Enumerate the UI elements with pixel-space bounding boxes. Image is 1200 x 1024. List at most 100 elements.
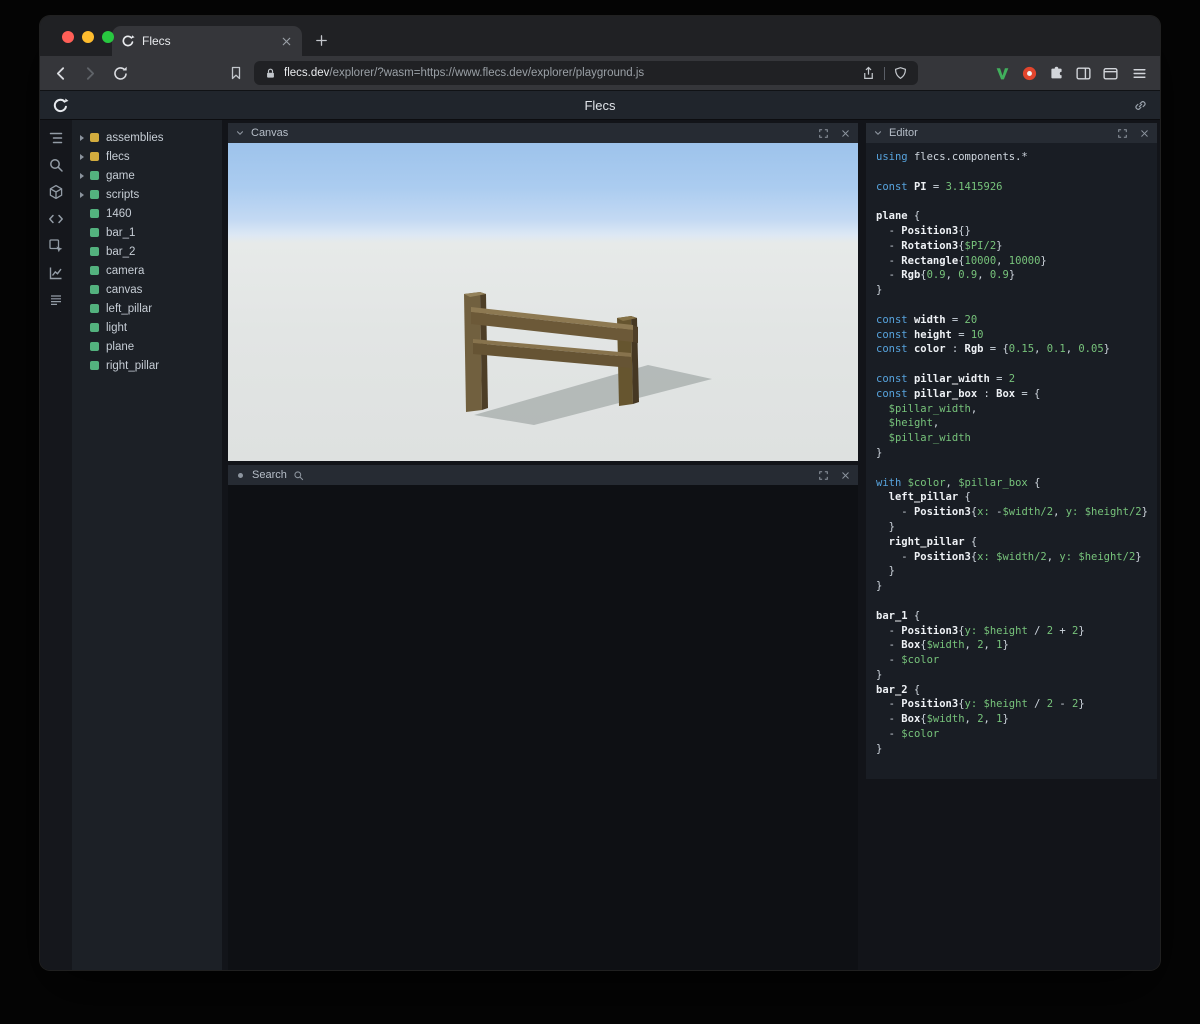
close-icon[interactable] [840,470,851,481]
code-line[interactable]: plane { [876,209,1149,224]
flecs-logo-icon[interactable] [52,97,69,114]
code-line[interactable]: - Position3{x: $width/2, y: $height/2} [876,550,1149,565]
code-line[interactable]: bar_1 { [876,609,1149,624]
code-line[interactable]: left_pillar { [876,490,1149,505]
code-line[interactable]: } [876,283,1149,298]
code-line[interactable] [876,594,1149,609]
code-line[interactable]: } [876,668,1149,683]
code-line[interactable]: - Rotation3{$PI/2} [876,239,1149,254]
code-line[interactable]: with $color, $pillar_box { [876,476,1149,491]
code-line[interactable] [876,165,1149,180]
code-line[interactable]: - Rectangle{10000, 10000} [876,254,1149,269]
code-line[interactable]: } [876,579,1149,594]
v-extension-icon[interactable] [994,65,1011,82]
search-results-area[interactable] [228,485,858,970]
tree-item-scripts[interactable]: scripts [72,185,222,204]
entities-icon[interactable] [48,184,64,200]
expand-arrow-icon[interactable] [80,153,90,160]
tree-item-bar_1[interactable]: bar_1 [72,223,222,242]
canvas-3d-view[interactable] [228,143,858,461]
shield-icon[interactable] [893,66,908,81]
expand-icon[interactable] [818,470,829,481]
code-line[interactable]: - $color [876,727,1149,742]
wallet-icon[interactable] [1102,65,1119,82]
code-line[interactable]: - $color [876,653,1149,668]
code-line[interactable]: $pillar_width, [876,402,1149,417]
search-icon[interactable] [293,470,304,481]
tree-item-bar_2[interactable]: bar_2 [72,242,222,261]
tree-item-camera[interactable]: camera [72,261,222,280]
code-line[interactable]: } [876,520,1149,535]
red-extension-icon[interactable] [1021,65,1038,82]
stats-icon[interactable] [48,265,64,281]
expand-arrow-icon[interactable] [80,134,90,141]
chevron-down-icon[interactable] [235,128,245,138]
tree-item-left_pillar[interactable]: left_pillar [72,299,222,318]
code-line[interactable] [876,357,1149,372]
code-line[interactable]: - Position3{y: $height / 2 + 2} [876,624,1149,639]
code-line[interactable]: } [876,446,1149,461]
tree-item-1460[interactable]: 1460 [72,204,222,223]
queries-icon[interactable] [48,292,64,308]
extensions-puzzle-icon[interactable] [1048,65,1065,82]
back-icon[interactable] [52,65,69,82]
code-line[interactable]: - Position3{x: -$width/2, y: $height/2} [876,505,1149,520]
code-line[interactable]: - Position3{y: $height / 2 - 2} [876,697,1149,712]
tree-item-flecs[interactable]: flecs [72,147,222,166]
forward-icon[interactable] [82,65,99,82]
minimize-window-button[interactable] [82,31,94,43]
expand-arrow-icon[interactable] [80,191,90,198]
chevron-down-icon[interactable] [873,128,883,138]
browser-tab[interactable]: Flecs [112,26,302,56]
code-line[interactable]: - Box{$width, 2, 1} [876,638,1149,653]
sidebar-icon[interactable] [1075,65,1092,82]
code-line[interactable]: - Position3{} [876,224,1149,239]
tree-item-assemblies[interactable]: assemblies [72,128,222,147]
tree-item-light[interactable]: light [72,318,222,337]
tree-item-label: game [106,169,135,182]
code-line[interactable]: $height, [876,416,1149,431]
new-tab-button[interactable] [314,33,329,48]
search-icon[interactable] [48,157,64,173]
share-icon[interactable] [861,66,876,81]
code-line[interactable] [876,461,1149,476]
tree-item-game[interactable]: game [72,166,222,185]
code-line[interactable]: const pillar_width = 2 [876,372,1149,387]
code-line[interactable]: - Rgb{0.9, 0.9, 0.9} [876,268,1149,283]
tab-close-icon[interactable] [280,35,293,48]
reload-icon[interactable] [112,65,129,82]
expand-arrow-icon[interactable] [80,172,90,179]
tree-item-right_pillar[interactable]: right_pillar [72,356,222,375]
hierarchy-icon[interactable] [48,130,64,146]
code-line[interactable]: } [876,742,1149,757]
code-icon[interactable] [48,211,64,227]
code-line[interactable]: using flecs.components.* [876,150,1149,165]
link-icon[interactable] [1133,98,1148,113]
code-line[interactable]: bar_2 { [876,683,1149,698]
address-bar[interactable]: flecs.dev/explorer/?wasm=https://www.fle… [254,61,918,85]
inspect-icon[interactable] [48,238,64,254]
zoom-window-button[interactable] [102,31,114,43]
menu-icon[interactable] [1131,65,1148,82]
tree-item-plane[interactable]: plane [72,337,222,356]
code-line[interactable]: const pillar_box : Box = { [876,387,1149,402]
expand-icon[interactable] [818,128,829,139]
code-line[interactable]: } [876,564,1149,579]
code-line[interactable]: const height = 10 [876,328,1149,343]
close-icon[interactable] [840,128,851,139]
code-line[interactable]: const width = 20 [876,313,1149,328]
bookmark-icon[interactable] [228,65,244,81]
expand-icon[interactable] [1117,128,1128,139]
code-line[interactable] [876,194,1149,209]
editor-code[interactable]: using flecs.components.* const PI = 3.14… [866,143,1157,779]
code-line[interactable]: const color : Rgb = {0.15, 0.1, 0.05} [876,342,1149,357]
tree-item-canvas[interactable]: canvas [72,280,222,299]
code-line[interactable]: - Box{$width, 2, 1} [876,712,1149,727]
code-line[interactable]: $pillar_width [876,431,1149,446]
code-line[interactable] [876,298,1149,313]
close-icon[interactable] [1139,128,1150,139]
code-line[interactable]: const PI = 3.1415926 [876,180,1149,195]
close-window-button[interactable] [62,31,74,43]
code-line[interactable]: right_pillar { [876,535,1149,550]
lock-icon[interactable] [264,67,277,80]
